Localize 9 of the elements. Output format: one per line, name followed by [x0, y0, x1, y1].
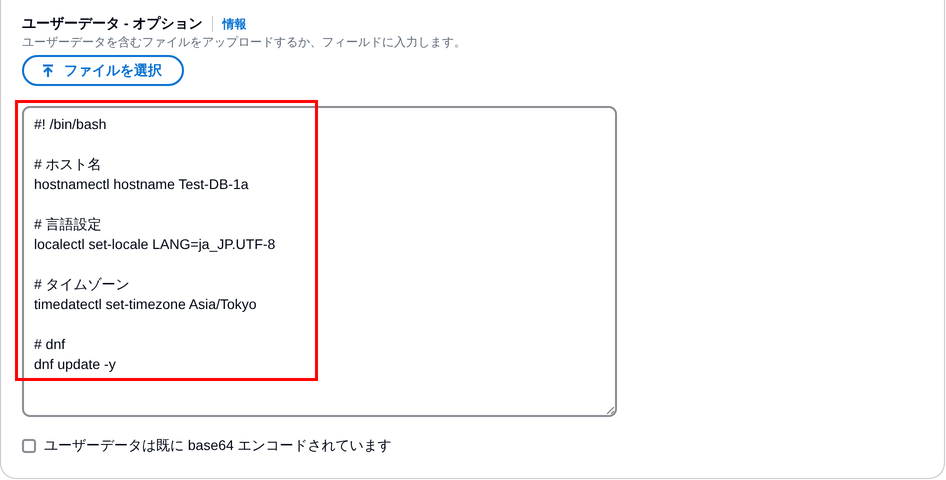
checkbox-label[interactable]: ユーザーデータは既に base64 エンコードされています — [44, 437, 392, 455]
resize-grip-icon[interactable] — [606, 406, 614, 414]
info-link[interactable]: 情報 — [222, 16, 246, 32]
choose-file-button[interactable]: ファイルを選択 — [22, 55, 184, 86]
upload-icon — [42, 64, 54, 78]
section-title: ユーザーデータ - オプション — [22, 15, 202, 33]
user-data-field[interactable]: #! /bin/bash # ホスト名 hostnamectl hostname Test-DB-1a # 言語設定 localectl set-locale LANG=ja_JP.UTF-8 # タイムゾーン timedatectl set-timezone Asia/Tokyo # dnf dnf update -y — [22, 106, 617, 417]
section-description: ユーザーデータを含むファイルをアップロードするか、フィールドに入力します。 — [22, 34, 467, 50]
checkbox[interactable] — [22, 439, 36, 453]
